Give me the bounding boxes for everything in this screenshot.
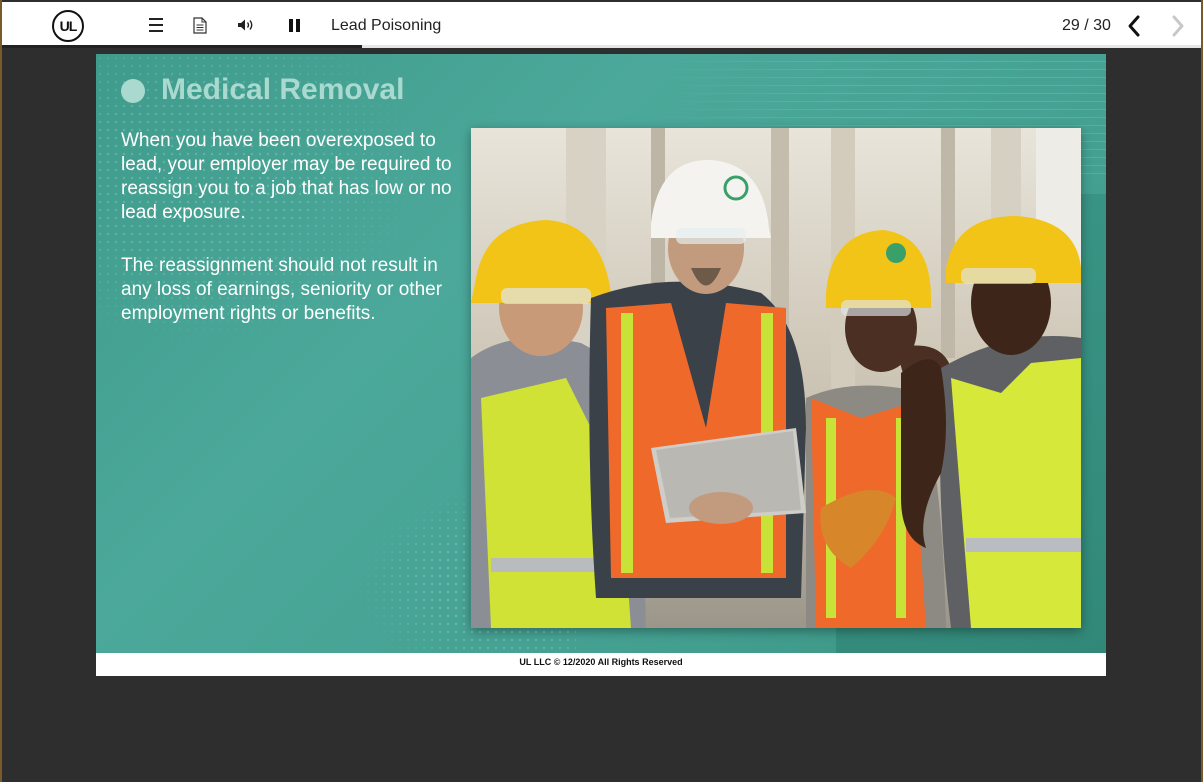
slide-canvas: Medical Removal When you have been overe… <box>96 54 1106 653</box>
player-toolbar: UL Lead Poisoning 29 / 30 <box>2 2 1201 48</box>
chevron-right-icon[interactable] <box>1168 14 1188 38</box>
chevron-left-icon[interactable] <box>1124 14 1144 38</box>
course-title: Lead Poisoning <box>331 17 442 34</box>
pause-icon[interactable] <box>284 15 304 35</box>
course-progress-track <box>2 45 1201 48</box>
construction-workers-photo <box>471 128 1081 628</box>
menu-icon[interactable] <box>146 15 166 35</box>
audio-icon[interactable] <box>236 15 256 35</box>
ul-logo: UL <box>52 10 84 42</box>
title-bullet-icon <box>121 79 145 103</box>
copyright-footer: UL LLC © 12/2020 All Rights Reserved <box>96 653 1106 676</box>
body-paragraph: The reassignment should not result in an… <box>121 255 443 324</box>
window-frame-left <box>0 0 2 782</box>
page-counter: 29 / 30 <box>1062 17 1111 34</box>
notes-icon[interactable] <box>190 15 210 35</box>
course-progress-fill <box>2 45 362 48</box>
body-paragraph: When you have been overexposed to lead, … <box>121 130 452 223</box>
slide-title: Medical Removal <box>161 73 405 106</box>
